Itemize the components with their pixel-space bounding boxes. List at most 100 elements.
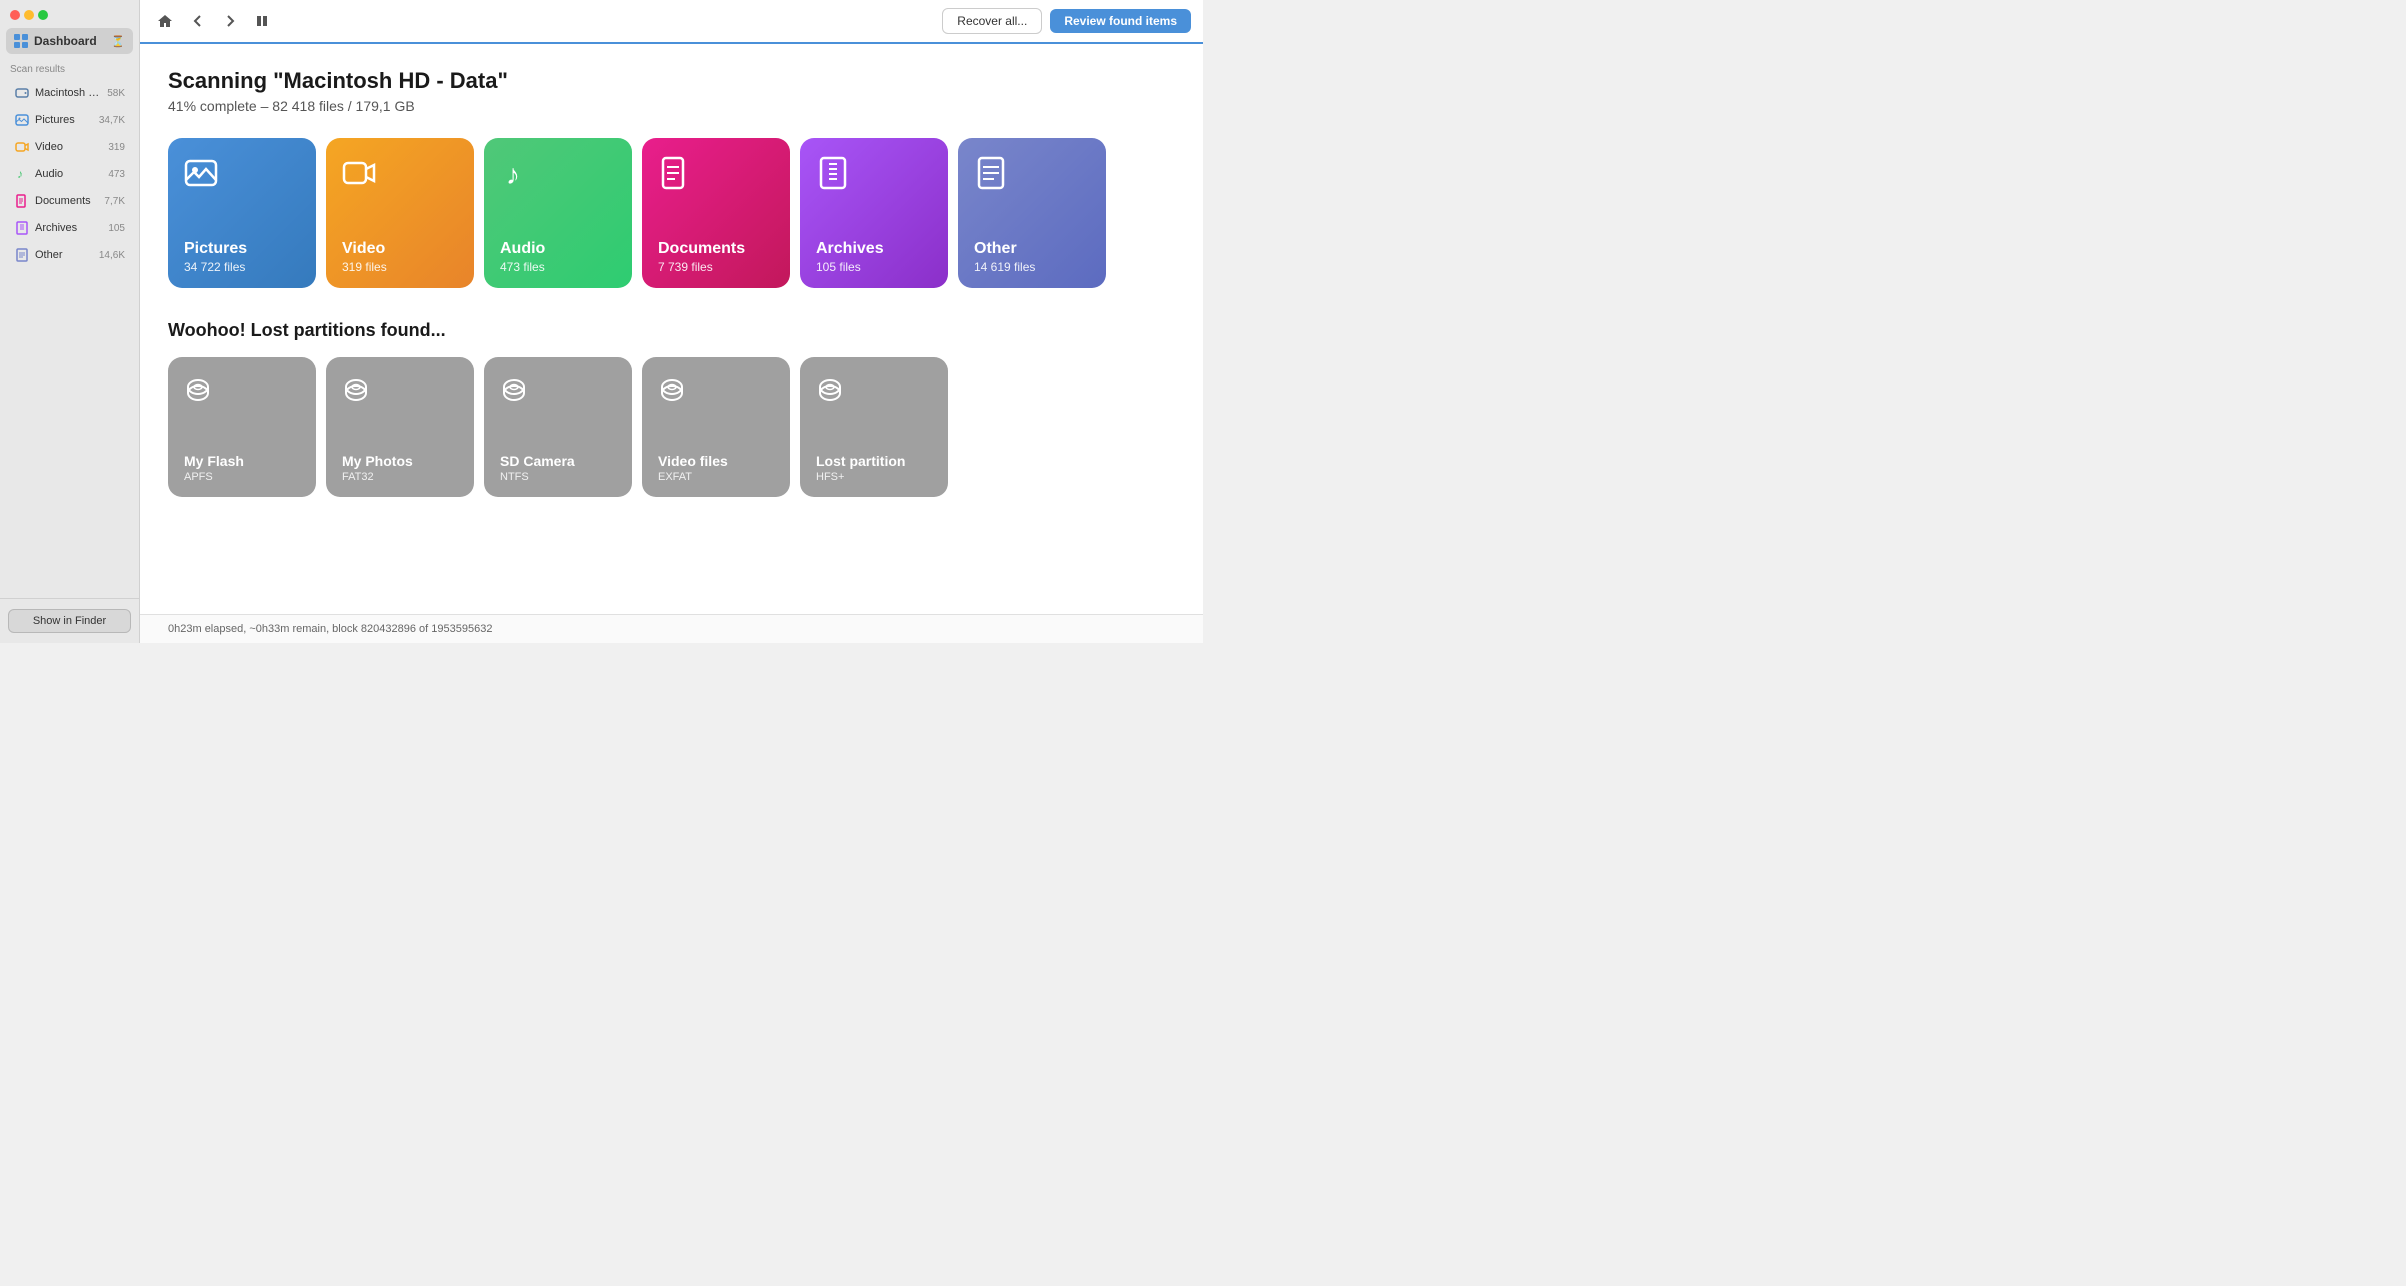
sidebar-item-count: 34,7K	[99, 115, 125, 126]
partition-fs: FAT32	[342, 471, 458, 483]
video-icon	[14, 139, 30, 155]
video-card-title: Video	[342, 240, 458, 258]
sidebar-item-count: 105	[108, 223, 125, 234]
partition-drive-icon	[816, 375, 932, 410]
home-button[interactable]	[152, 10, 178, 32]
svg-text:♪: ♪	[506, 159, 520, 190]
pictures-icon	[14, 112, 30, 128]
documents-card-title: Documents	[658, 240, 774, 258]
drive-icon	[14, 85, 30, 101]
video-card[interactable]: Video 319 files	[326, 138, 474, 288]
other-icon	[14, 247, 30, 263]
pictures-card-title: Pictures	[184, 240, 300, 258]
dashboard-button[interactable]: Dashboard ⏳	[6, 28, 133, 54]
status-text: 0h23m elapsed, ~0h33m remain, block 8204…	[168, 623, 492, 635]
video-card-icon	[342, 156, 458, 197]
partition-name: SD Camera	[500, 453, 616, 469]
content-area: Scanning "Macintosh HD - Data" 41% compl…	[140, 44, 1203, 614]
show-in-finder-button[interactable]: Show in Finder	[8, 609, 131, 633]
sidebar-item-name: Archives	[35, 222, 104, 234]
other-card[interactable]: Other 14 619 files	[958, 138, 1106, 288]
audio-icon: ♪	[14, 166, 30, 182]
sidebar-item-documents[interactable]: Documents 7,7K	[4, 188, 135, 214]
partition-drive-icon	[342, 375, 458, 410]
sidebar-item-count: 58K	[107, 88, 125, 99]
scan-title: Scanning "Macintosh HD - Data"	[168, 68, 1175, 94]
partition-card-lost-partition[interactable]: Lost partition HFS+	[800, 357, 948, 497]
pictures-card-icon	[184, 156, 300, 197]
partition-card-sd-camera[interactable]: SD Camera NTFS	[484, 357, 632, 497]
archives-icon	[14, 220, 30, 236]
sidebar-footer: Show in Finder	[0, 598, 139, 643]
sidebar-item-video[interactable]: Video 319	[4, 134, 135, 160]
sidebar-items: Macintosh HD - Da... 58K Pictures 34,7K …	[0, 79, 139, 598]
partition-drive-icon	[500, 375, 616, 410]
loading-icon: ⏳	[111, 35, 125, 48]
video-card-count: 319 files	[342, 260, 458, 274]
audio-card-count: 473 files	[500, 260, 616, 274]
partition-card-my-flash[interactable]: My Flash APFS	[168, 357, 316, 497]
partition-fs: NTFS	[500, 471, 616, 483]
lost-partitions-title: Woohoo! Lost partitions found...	[168, 320, 1175, 341]
back-button[interactable]	[186, 11, 210, 31]
sidebar-item-pictures[interactable]: Pictures 34,7K	[4, 107, 135, 133]
review-found-items-button[interactable]: Review found items	[1050, 9, 1191, 33]
svg-text:♪: ♪	[17, 167, 23, 181]
partition-name: My Photos	[342, 453, 458, 469]
documents-icon	[14, 193, 30, 209]
partition-fs: APFS	[184, 471, 300, 483]
sidebar-item-audio[interactable]: ♪ Audio 473	[4, 161, 135, 187]
documents-card-icon	[658, 156, 774, 197]
sidebar-item-name: Macintosh HD - Da...	[35, 87, 103, 99]
pictures-card-count: 34 722 files	[184, 260, 300, 274]
file-cards: Pictures 34 722 files Video 319 files ♪ …	[168, 138, 1175, 288]
partition-name: Lost partition	[816, 453, 932, 469]
traffic-lights	[10, 10, 48, 20]
partition-card-my-photos[interactable]: My Photos FAT32	[326, 357, 474, 497]
other-card-count: 14 619 files	[974, 260, 1090, 274]
sidebar-item-count: 473	[108, 169, 125, 180]
sidebar-item-name: Audio	[35, 168, 104, 180]
toolbar: Recover all... Review found items	[140, 0, 1203, 44]
sidebar-item-other[interactable]: Other 14,6K	[4, 242, 135, 268]
partition-fs: HFS+	[816, 471, 932, 483]
audio-card-icon: ♪	[500, 156, 616, 197]
documents-card[interactable]: Documents 7 739 files	[642, 138, 790, 288]
sidebar-item-macintosh-hd[interactable]: Macintosh HD - Da... 58K	[4, 80, 135, 106]
dashboard-label: Dashboard	[34, 34, 97, 48]
recover-all-button[interactable]: Recover all...	[942, 8, 1042, 34]
archives-card-icon	[816, 156, 932, 197]
dashboard-icon	[14, 34, 28, 48]
status-bar: 0h23m elapsed, ~0h33m remain, block 8204…	[140, 614, 1203, 643]
other-card-icon	[974, 156, 1090, 197]
partition-name: Video files	[658, 453, 774, 469]
archives-card[interactable]: Archives 105 files	[800, 138, 948, 288]
audio-card[interactable]: ♪ Audio 473 files	[484, 138, 632, 288]
sidebar-item-name: Pictures	[35, 114, 95, 126]
sidebar: Dashboard ⏳ Scan results Macintosh HD - …	[0, 0, 140, 643]
forward-button[interactable]	[218, 11, 242, 31]
sidebar-item-name: Video	[35, 141, 104, 153]
close-button[interactable]	[10, 10, 20, 20]
partition-fs: EXFAT	[658, 471, 774, 483]
audio-card-title: Audio	[500, 240, 616, 258]
partition-drive-icon	[658, 375, 774, 410]
sidebar-item-archives[interactable]: Archives 105	[4, 215, 135, 241]
maximize-button[interactable]	[38, 10, 48, 20]
other-card-title: Other	[974, 240, 1090, 258]
minimize-button[interactable]	[24, 10, 34, 20]
partition-name: My Flash	[184, 453, 300, 469]
documents-card-count: 7 739 files	[658, 260, 774, 274]
scan-results-label: Scan results	[0, 58, 139, 79]
sidebar-item-count: 319	[108, 142, 125, 153]
sidebar-item-count: 14,6K	[99, 250, 125, 261]
pause-button[interactable]	[250, 11, 274, 31]
sidebar-item-name: Other	[35, 249, 95, 261]
main-content: Recover all... Review found items Scanni…	[140, 0, 1203, 643]
partition-cards: My Flash APFS My Photos FAT32 SD Camera …	[168, 357, 1175, 497]
partition-card-video-files[interactable]: Video files EXFAT	[642, 357, 790, 497]
archives-card-count: 105 files	[816, 260, 932, 274]
pictures-card[interactable]: Pictures 34 722 files	[168, 138, 316, 288]
scan-subtitle: 41% complete – 82 418 files / 179,1 GB	[168, 98, 1175, 114]
archives-card-title: Archives	[816, 240, 932, 258]
